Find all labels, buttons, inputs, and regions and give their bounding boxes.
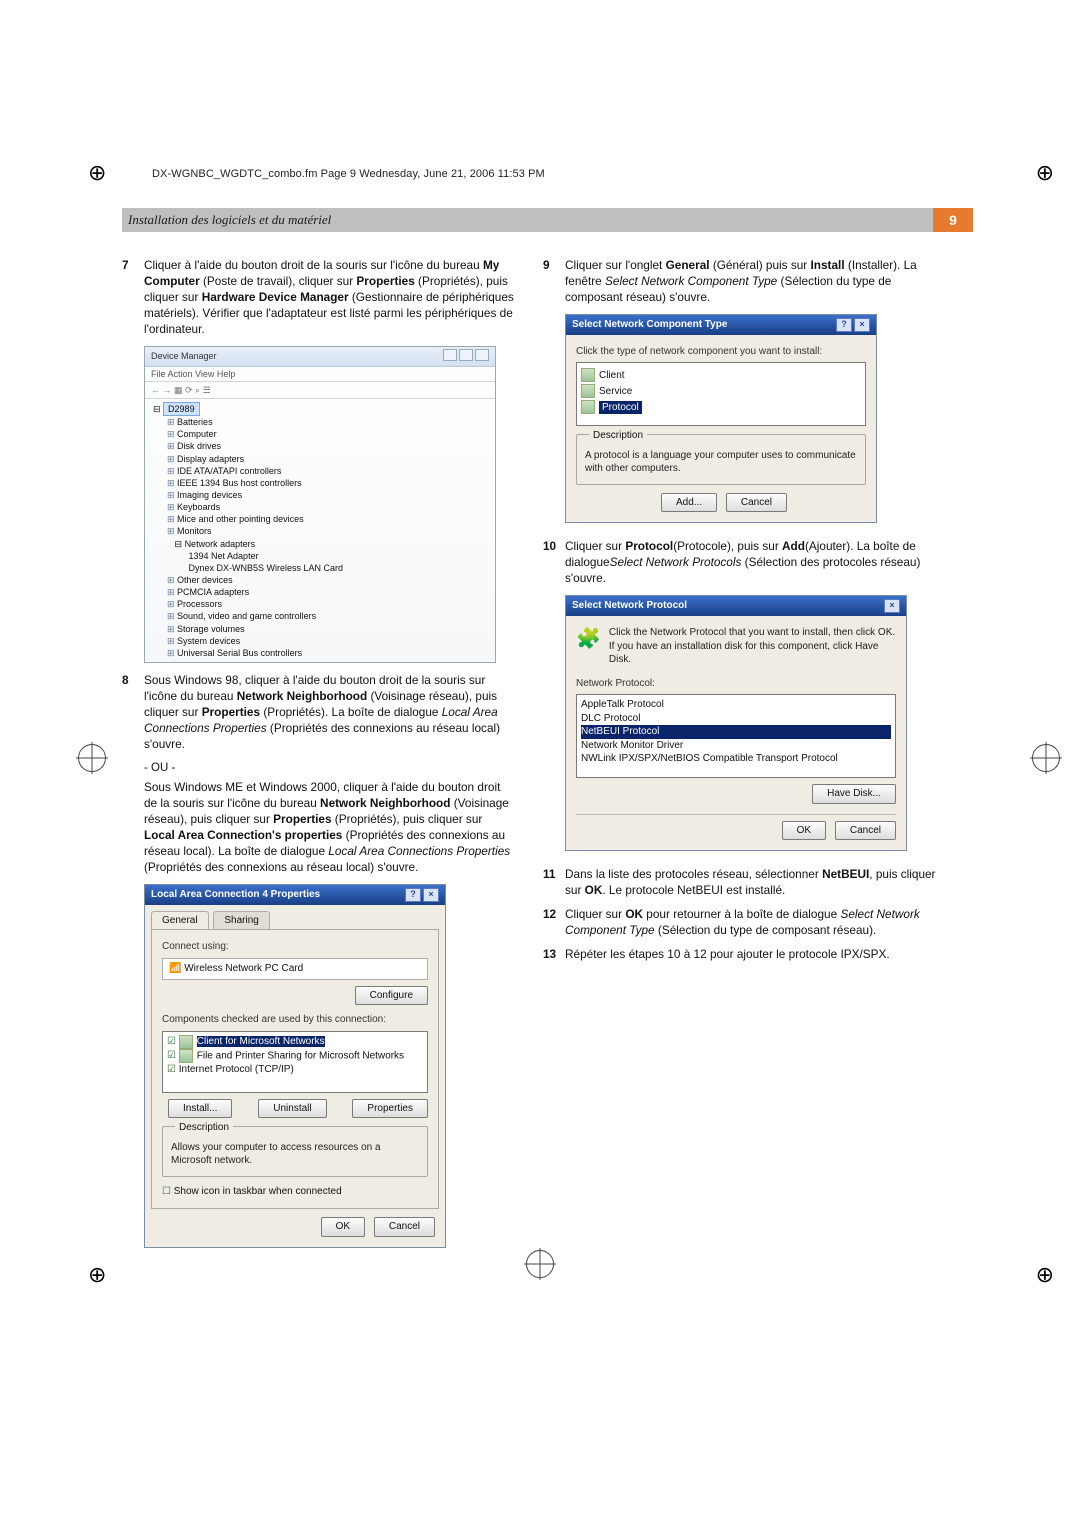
dialog-title: Select Network Component Type (572, 318, 727, 332)
select-network-protocol-dialog: Select Network Protocol × 🧩 Click the Ne… (565, 595, 907, 851)
step-text: Cliquer à l'aide du bouton droit de la s… (144, 258, 515, 338)
have-disk-button[interactable]: Have Disk... (812, 784, 896, 804)
group-label: Description (589, 429, 647, 443)
step-number: 7 (122, 258, 144, 338)
page-body: DX-WGNBC_WGDTC_combo.fm Page 9 Wednesday… (122, 168, 973, 1243)
label: Network Protocol: (576, 677, 896, 691)
crop-mark: ⊕ (88, 1262, 106, 1288)
registration-mark (78, 744, 106, 772)
step-8: 8 Sous Windows 98, cliquer à l'aide du b… (122, 673, 515, 753)
service-icon (581, 384, 595, 398)
step-number: 13 (543, 947, 565, 963)
list-item: Network Monitor Driver (581, 739, 891, 753)
ok-button[interactable]: OK (782, 821, 826, 841)
components-list[interactable]: Client for Microsoft Networks File and P… (162, 1031, 428, 1093)
list-item: NetBEUI Protocol (581, 725, 891, 739)
label: Components checked are used by this conn… (162, 1013, 428, 1027)
label: Click the type of network component you … (576, 345, 866, 359)
section-title: Installation des logiciels et du matérie… (122, 212, 331, 228)
client-icon (581, 368, 595, 382)
protocol-icon: 🧩 (576, 626, 601, 653)
right-column: 9 Cliquer sur l'onglet General (Général)… (543, 258, 936, 1264)
step-12: 12 Cliquer sur OK pour retourner à la bo… (543, 907, 936, 939)
list-item: Protocol (581, 400, 861, 414)
tab-general[interactable]: General (151, 911, 209, 930)
crop-mark: ⊕ (1036, 1262, 1054, 1288)
device-manager-window: Device Manager File Action View Help ← →… (144, 346, 496, 663)
device-tree[interactable]: ⊟ D2989 Batteries Computer Disk drives D… (145, 399, 495, 662)
step-number: 8 (122, 673, 144, 753)
list-item: Service (581, 384, 861, 398)
uninstall-button[interactable]: Uninstall (258, 1099, 326, 1119)
menu-bar[interactable]: File Action View Help (145, 367, 495, 381)
step-text: Sous Windows 98, cliquer à l'aide du bou… (144, 673, 515, 753)
add-button[interactable]: Add... (661, 493, 717, 513)
list-item: Internet Protocol (TCP/IP) (167, 1063, 423, 1077)
running-head: DX-WGNBC_WGDTC_combo.fm Page 9 Wednesday… (152, 168, 973, 180)
left-column: 7 Cliquer à l'aide du bouton droit de la… (122, 258, 515, 1264)
step-11: 11 Dans la liste des protocoles réseau, … (543, 867, 936, 899)
window-controls[interactable]: ?× (403, 888, 439, 902)
step-text: Cliquer sur Protocol(Protocole), puis su… (565, 539, 936, 587)
list-item: File and Printer Sharing for Microsoft N… (167, 1049, 423, 1063)
list-item: AppleTalk Protocol (581, 698, 891, 712)
toolbar[interactable]: ← → ▦ ⟳ ⌕ ☰ (145, 381, 495, 399)
step-13: 13 Répéter les étapes 10 à 12 pour ajout… (543, 947, 936, 963)
step-number: 10 (543, 539, 565, 587)
step-8-alt: Sous Windows ME et Windows 2000, cliquer… (122, 780, 515, 876)
service-icon (179, 1049, 193, 1063)
crop-mark: ⊕ (88, 160, 106, 186)
dialog-title: Select Network Protocol (572, 599, 687, 613)
list-item: Client (581, 368, 861, 382)
ok-button[interactable]: OK (321, 1217, 365, 1237)
list-item: NWLink IPX/SPX/NetBIOS Compatible Transp… (581, 752, 891, 766)
section-header-bar: Installation des logiciels et du matérie… (122, 208, 973, 232)
step-text: Cliquer sur OK pour retourner à la boîte… (565, 907, 936, 939)
component-type-list[interactable]: Client Service Protocol (576, 362, 866, 426)
configure-button[interactable]: Configure (355, 986, 428, 1006)
select-network-component-type-dialog: Select Network Component Type ?× Click t… (565, 314, 877, 524)
step-10: 10 Cliquer sur Protocol(Protocole), puis… (543, 539, 936, 587)
protocol-list[interactable]: AppleTalk Protocol DLC Protocol NetBEUI … (576, 694, 896, 778)
tab-sharing[interactable]: Sharing (213, 911, 269, 930)
lac-properties-dialog: Local Area Connection 4 Properties ?× Ge… (144, 884, 446, 1248)
description-text: A protocol is a language your computer u… (585, 449, 857, 476)
dialog-title: Local Area Connection 4 Properties (151, 888, 320, 902)
step-number: 12 (543, 907, 565, 939)
window-controls[interactable]: × (882, 599, 900, 613)
window-controls[interactable] (441, 349, 489, 364)
adapter-field: 📶 Wireless Network PC Card (162, 958, 428, 980)
or-divider: - OU - (144, 761, 515, 777)
step-7: 7 Cliquer à l'aide du bouton droit de la… (122, 258, 515, 338)
window-title: Device Manager (151, 350, 217, 362)
group-label: Description (175, 1121, 233, 1135)
protocol-icon (581, 400, 595, 414)
registration-mark (1032, 744, 1060, 772)
cancel-button[interactable]: Cancel (835, 821, 896, 841)
step-number: 11 (543, 867, 565, 899)
step-number: 9 (543, 258, 565, 306)
step-9: 9 Cliquer sur l'onglet General (Général)… (543, 258, 936, 306)
show-icon-checkbox[interactable]: Show icon in taskbar when connected (162, 1185, 428, 1199)
page-number: 9 (933, 208, 973, 232)
step-text: Cliquer sur l'onglet General (Général) p… (565, 258, 936, 306)
window-controls[interactable]: ?× (834, 318, 870, 332)
step-text: Répéter les étapes 10 à 12 pour ajouter … (565, 947, 936, 963)
client-icon (179, 1035, 193, 1049)
crop-mark: ⊕ (1036, 160, 1054, 186)
properties-button[interactable]: Properties (352, 1099, 428, 1119)
description-text: Allows your computer to access resources… (171, 1141, 419, 1168)
label: Connect using: (162, 940, 428, 954)
cancel-button[interactable]: Cancel (374, 1217, 435, 1237)
install-button[interactable]: Install... (168, 1099, 232, 1119)
list-item: DLC Protocol (581, 712, 891, 726)
cancel-button[interactable]: Cancel (726, 493, 787, 513)
step-text: Dans la liste des protocoles réseau, sél… (565, 867, 936, 899)
step-text: Sous Windows ME et Windows 2000, cliquer… (144, 780, 515, 876)
list-item: Client for Microsoft Networks (167, 1035, 423, 1049)
instruction-text: Click the Network Protocol that you want… (609, 626, 896, 667)
